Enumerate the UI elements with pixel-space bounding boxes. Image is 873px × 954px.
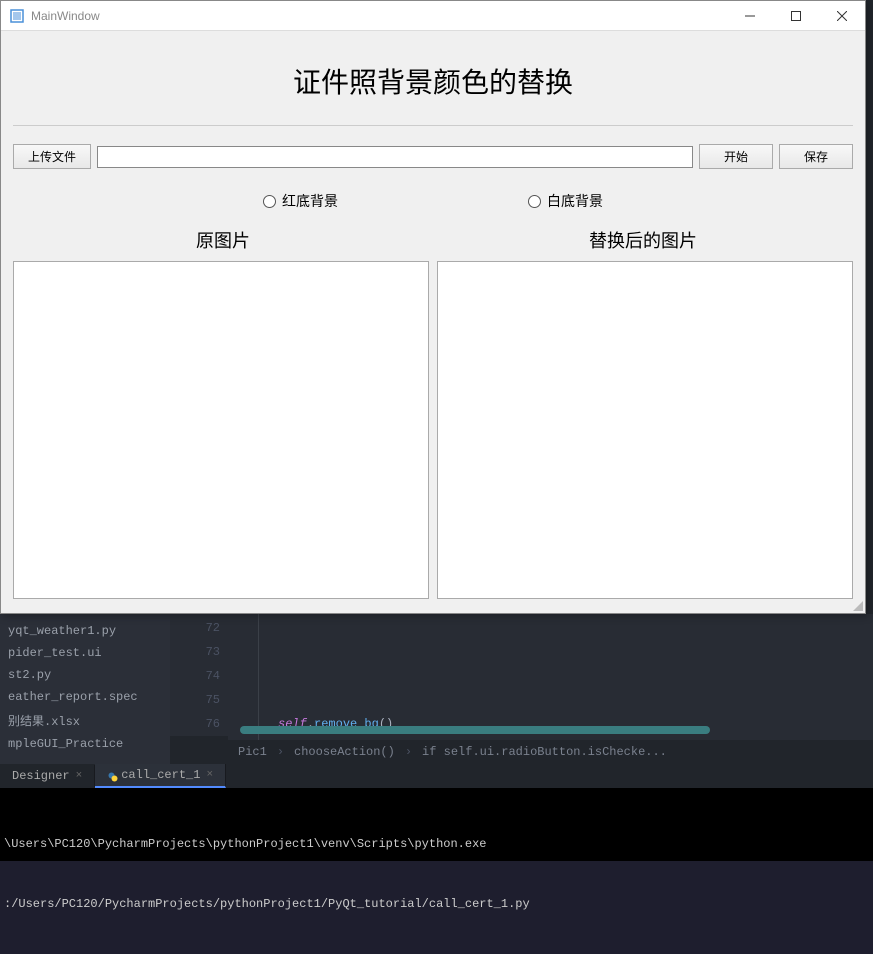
ide-run-tabs: Designer × call_cert_1 ×: [0, 764, 873, 788]
original-image-label: 原图片: [13, 227, 433, 253]
result-image-label: 替换后的图片: [433, 227, 853, 253]
file-item[interactable]: mpleGUI_Practice: [0, 733, 170, 755]
file-item[interactable]: st2.py: [0, 664, 170, 686]
page-title: 证件照背景颜色的替换: [13, 61, 853, 101]
ide-file-explorer[interactable]: yqt_weather1.py pider_test.ui st2.py eat…: [0, 614, 170, 764]
minimize-button[interactable]: [727, 1, 773, 31]
result-image-frame: [437, 261, 853, 599]
file-item[interactable]: eather_report.spec: [0, 686, 170, 708]
file-item[interactable]: 别结果.xlsx: [0, 708, 170, 733]
breadcrumb-item[interactable]: chooseAction(): [294, 745, 395, 759]
chevron-right-icon: ›: [277, 745, 284, 759]
upload-file-button[interactable]: 上传文件: [13, 144, 91, 169]
radio-white-background[interactable]: 白底背景: [528, 191, 603, 211]
ide-terminal[interactable]: \Users\PC120\PycharmProjects\pythonProje…: [0, 788, 873, 861]
app-icon: [9, 8, 25, 24]
tab-designer[interactable]: Designer ×: [0, 765, 95, 787]
resize-grip[interactable]: [851, 599, 863, 611]
maximize-button[interactable]: [773, 1, 819, 31]
radio-label: 白底背景: [547, 191, 603, 211]
breadcrumb-item[interactable]: Pic1: [238, 745, 267, 759]
ide-breadcrumb[interactable]: Pic1 › chooseAction() › if self.ui.radio…: [228, 740, 873, 764]
window-titlebar[interactable]: MainWindow: [1, 1, 865, 31]
original-image-frame: [13, 261, 429, 599]
horizontal-scrollbar[interactable]: [240, 726, 710, 734]
radio-icon: [263, 195, 276, 208]
chevron-right-icon: ›: [405, 745, 412, 759]
close-icon[interactable]: ×: [76, 770, 83, 782]
ide-line-gutter: 72 73 74 75 76: [170, 614, 228, 736]
start-button[interactable]: 开始: [699, 144, 773, 169]
terminal-line: :/Users/PC120/PycharmProjects/pythonProj…: [4, 894, 869, 914]
terminal-line: \Users\PC120\PycharmProjects\pythonProje…: [4, 834, 869, 854]
radio-red-background[interactable]: 红底背景: [263, 191, 338, 211]
file-item[interactable]: pider_test.ui: [0, 642, 170, 664]
close-button[interactable]: [819, 1, 865, 31]
qt-main-window: MainWindow 证件照背景颜色的替换 上传文件 开始 保存 红底背景: [0, 0, 866, 614]
python-icon: [107, 771, 115, 779]
file-path-input[interactable]: [97, 146, 693, 168]
divider: [13, 125, 853, 126]
tab-call-cert-1[interactable]: call_cert_1 ×: [95, 764, 226, 788]
file-item[interactable]: yqt_weather1.py: [0, 620, 170, 642]
breadcrumb-item[interactable]: if self.ui.radioButton.isChecke...: [422, 745, 667, 759]
radio-icon: [528, 195, 541, 208]
save-button[interactable]: 保存: [779, 144, 853, 169]
radio-label: 红底背景: [282, 191, 338, 211]
close-icon[interactable]: ×: [206, 769, 213, 781]
window-title: MainWindow: [31, 9, 100, 23]
